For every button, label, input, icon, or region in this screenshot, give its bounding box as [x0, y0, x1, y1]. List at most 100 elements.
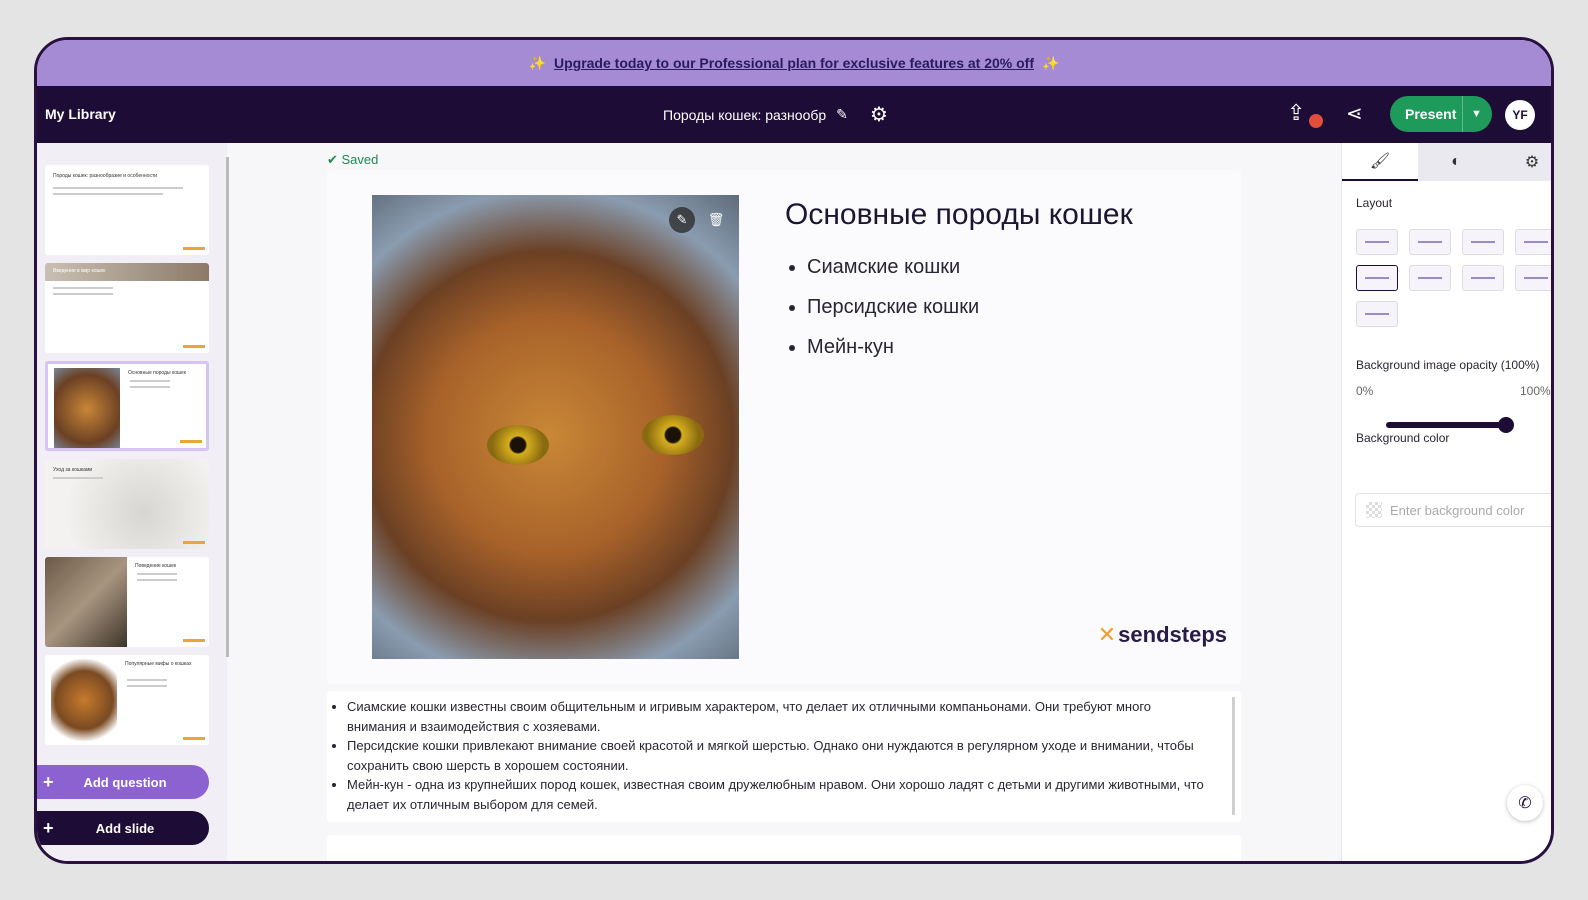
- layout-preview: [1365, 313, 1389, 315]
- saved-status-text: Saved: [341, 152, 379, 167]
- layout-option-8[interactable]: [1515, 265, 1551, 291]
- opacity-min-label: 0%: [1356, 384, 1374, 398]
- top-bar: My Library Породы кошек: разнообр ✎ ⚙ ⇪ …: [37, 86, 1551, 143]
- slide-cat-image[interactable]: ✎ 🗑: [372, 195, 739, 659]
- layout-option-5-selected[interactable]: [1356, 265, 1398, 291]
- edit-pencil-icon[interactable]: ✎: [836, 106, 848, 123]
- tab-theme-contrast-icon[interactable]: ◐: [1418, 143, 1494, 181]
- panel-tabs: 🖌 ◐ ⚙: [1342, 143, 1551, 181]
- cat-eye-right: [642, 415, 704, 455]
- background-color-input[interactable]: Enter background color: [1355, 493, 1551, 527]
- slide-thumbnail-2[interactable]: Введение в мир кошек: [45, 263, 209, 353]
- thumbnail-logo: [183, 541, 205, 544]
- thumbnail-title: Уход за кошками: [53, 467, 93, 473]
- share-icon[interactable]: ⋖: [1346, 101, 1363, 126]
- sidebar-scrollbar[interactable]: [226, 157, 229, 657]
- thumbnail-title: Породы кошек: разнообразие и особенности: [53, 173, 158, 179]
- layout-option-6[interactable]: [1409, 265, 1451, 291]
- document-title[interactable]: Породы кошек: разнообр ✎: [663, 106, 848, 123]
- slide-thumbnail-4[interactable]: Уход за кошками: [45, 459, 209, 549]
- thumbnail-text-line: [137, 573, 177, 575]
- next-panel-edge: [327, 835, 1241, 861]
- layout-option-4[interactable]: [1515, 229, 1551, 255]
- thumbnail-cats-image: [45, 557, 127, 647]
- slide-bullet-list[interactable]: Сиамские кошки Персидские кошки Мейн-кун: [807, 256, 979, 376]
- thumbnail-text-line: [127, 685, 167, 687]
- slide-thumbnail-1[interactable]: Породы кошек: разнообразие и особенности: [45, 165, 209, 255]
- thumbnail-logo: [183, 247, 205, 250]
- thumbnail-logo: [183, 737, 205, 740]
- edit-image-icon[interactable]: ✎: [669, 207, 695, 233]
- layout-preview: [1418, 277, 1442, 279]
- thumbnail-logo: [183, 639, 205, 642]
- sendsteps-logo-text: sendsteps: [1118, 622, 1227, 647]
- add-question-button[interactable]: + Add question: [37, 765, 209, 799]
- sendsteps-logo: ✕sendsteps: [1098, 622, 1227, 648]
- export-icon[interactable]: ⇪: [1287, 100, 1323, 128]
- slide-thumbnails-sidebar: Породы кошек: разнообразие и особенности…: [37, 143, 227, 861]
- thumbnail-text-line: [137, 579, 177, 581]
- layout-preview: [1471, 241, 1495, 243]
- tab-settings-gear-icon[interactable]: ⚙: [1494, 143, 1551, 181]
- thumbnail-title: Основные породы кошек: [128, 370, 186, 376]
- thumbnail-title: Поведение кошек: [135, 563, 177, 569]
- thumbnail-cat-image: [54, 368, 120, 448]
- sendsteps-logo-icon: ✕: [1097, 622, 1117, 647]
- slide-bullet: Персидские кошки: [807, 296, 979, 319]
- help-chat-icon[interactable]: ✆: [1507, 785, 1543, 821]
- speaker-notes[interactable]: Сиамские кошки известны своим общительны…: [327, 691, 1241, 822]
- layout-option-7[interactable]: [1462, 265, 1504, 291]
- settings-gear-icon[interactable]: ⚙: [870, 102, 888, 127]
- thumbnail-title: Популярные мифы о кошках: [125, 661, 192, 667]
- slide-bullet: Мейн-кун: [807, 336, 979, 359]
- sparkle-icon: ✨: [528, 54, 546, 71]
- upgrade-link[interactable]: Upgrade today to our Professional plan f…: [554, 55, 1034, 71]
- layout-option-1[interactable]: [1356, 229, 1398, 255]
- slide-title[interactable]: Основные породы кошек: [785, 198, 1133, 232]
- opacity-slider-knob[interactable]: [1498, 417, 1514, 433]
- add-slide-button[interactable]: + Add slide: [37, 811, 209, 845]
- thumbnail-text-line: [53, 293, 113, 295]
- layout-label: Layout: [1356, 196, 1393, 210]
- saved-status: ✔ Saved: [327, 152, 379, 167]
- layout-preview: [1365, 241, 1389, 243]
- notes-item: Персидские кошки привлекают внимание сво…: [347, 736, 1211, 775]
- app-window: ✨ Upgrade today to our Professional plan…: [34, 37, 1554, 864]
- layout-option-9[interactable]: [1356, 301, 1398, 327]
- layout-option-3[interactable]: [1462, 229, 1504, 255]
- thumbnail-text-line: [130, 380, 170, 382]
- thumbnail-logo: [183, 345, 205, 348]
- transparent-swatch-icon: [1366, 502, 1382, 518]
- thumbnail-text-line: [53, 193, 163, 195]
- avatar[interactable]: YF: [1505, 100, 1535, 130]
- opacity-max-label: 100%: [1520, 384, 1551, 398]
- layout-preview: [1418, 241, 1442, 243]
- plus-icon: +: [43, 817, 54, 838]
- sparkle-icon: ✨: [1042, 54, 1060, 71]
- my-library-link[interactable]: My Library: [45, 106, 116, 122]
- notes-scrollbar[interactable]: [1232, 697, 1235, 815]
- opacity-slider[interactable]: [1386, 417, 1514, 433]
- notes-list: Сиамские кошки известны своим общительны…: [347, 697, 1211, 815]
- thumbnail-title: Введение в мир кошек: [53, 268, 106, 274]
- chevron-down-icon[interactable]: ▼: [1462, 96, 1490, 132]
- present-button[interactable]: Present ▼: [1390, 96, 1492, 132]
- layout-preview: [1471, 277, 1495, 279]
- document-title-text: Породы кошек: разнообр: [663, 106, 827, 123]
- add-question-label: Add question: [83, 774, 167, 790]
- tab-design-brush-icon[interactable]: 🖌: [1342, 143, 1418, 181]
- slide-canvas[interactable]: ✎ 🗑 Основные породы кошек Сиамские кошки…: [327, 170, 1241, 684]
- opacity-slider-fill: [1386, 422, 1506, 428]
- layout-option-2[interactable]: [1409, 229, 1451, 255]
- background-color-label: Background color: [1356, 431, 1450, 445]
- slide-thumbnail-6[interactable]: Популярные мифы о кошках: [45, 655, 209, 745]
- thumbnail-text-line: [53, 187, 183, 189]
- notes-item: Сиамские кошки известны своим общительны…: [347, 697, 1211, 736]
- thumbnail-text-line: [127, 679, 167, 681]
- thumbnail-logo: [180, 440, 202, 443]
- thumbnail-text-line: [53, 477, 103, 479]
- present-label: Present: [1405, 106, 1457, 122]
- slide-thumbnail-3[interactable]: Основные породы кошек: [45, 361, 209, 451]
- delete-image-icon[interactable]: 🗑: [703, 207, 729, 233]
- slide-thumbnail-5[interactable]: Поведение кошек: [45, 557, 209, 647]
